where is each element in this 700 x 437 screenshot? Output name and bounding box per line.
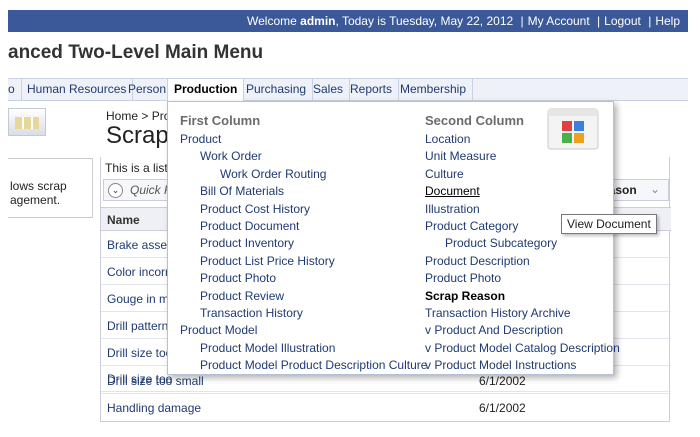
- menu-item-product-document[interactable]: Product Document: [200, 219, 299, 233]
- menu-item-person[interactable]: Person: [122, 79, 174, 100]
- menu-item-location[interactable]: Location: [425, 132, 470, 146]
- menu-item-product-model-product-description-culture[interactable]: Product Model Product Description Cultur…: [200, 358, 427, 372]
- side-description-line: agement.: [10, 193, 61, 207]
- row-name[interactable]: Drill size too: [107, 346, 172, 360]
- top-bar: Welcome admin, Today is Tuesday, May 22,…: [8, 10, 688, 32]
- view-description: This is a list: [105, 161, 168, 175]
- column-header-name[interactable]: Name: [107, 213, 140, 227]
- menu-item-purchasing[interactable]: Purchasing: [240, 79, 314, 100]
- menu-item-product-list-price-history[interactable]: Product List Price History: [200, 254, 335, 268]
- top-bar-links: Welcome admin, Today is Tuesday, May 22,…: [247, 14, 680, 28]
- breadcrumb-home[interactable]: Home: [106, 109, 138, 123]
- menu-item-product-inventory[interactable]: Product Inventory: [200, 236, 294, 250]
- menu-item-v-product-and-description[interactable]: v Product And Description: [425, 323, 563, 337]
- help-link[interactable]: Help: [655, 14, 680, 28]
- menu-item-product-category[interactable]: Product Category: [425, 219, 518, 233]
- menu-item-work-order-routing[interactable]: Work Order Routing: [220, 167, 326, 181]
- welcome-prefix: Welcome: [247, 14, 297, 28]
- menu-item-product-photo[interactable]: Product Photo: [200, 271, 276, 285]
- table-icon: [8, 108, 46, 136]
- side-description-line: lows scrap: [10, 179, 67, 193]
- row-name[interactable]: Gouge in me: [107, 292, 176, 306]
- menu-item-reports[interactable]: Reports: [344, 79, 400, 100]
- first-column-title: First Column: [180, 113, 261, 128]
- logout-link[interactable]: Logout: [604, 14, 641, 28]
- today-text: , Today is Tuesday, May 22, 2012: [335, 14, 514, 28]
- breadcrumb: Home > Pro: [106, 109, 170, 123]
- chevron-down-icon[interactable]: ⌄: [108, 183, 123, 198]
- menu-item-membership[interactable]: Membership: [394, 79, 474, 100]
- menu-item-unit-measure[interactable]: Unit Measure: [425, 149, 496, 163]
- menu-item-product-photo[interactable]: Product Photo: [425, 271, 501, 285]
- app-title: anced Two-Level Main Menu: [8, 42, 264, 63]
- breadcrumb-separator: >: [141, 109, 149, 123]
- second-column-title: Second Column: [425, 113, 524, 128]
- tiles-icon: [547, 108, 599, 150]
- menu-item-scrap-reason[interactable]: Scrap Reason: [425, 289, 505, 303]
- page-title: Scrap: [106, 122, 169, 149]
- menu-item-illustration[interactable]: Illustration: [425, 202, 480, 216]
- menu-item-partial[interactable]: o: [2, 79, 22, 100]
- separator: |: [597, 14, 601, 28]
- menu-item-product-description[interactable]: Product Description: [425, 254, 530, 268]
- production-submenu: First Column Second Column Product Work O…: [167, 101, 620, 375]
- menu-item-transaction-history[interactable]: Transaction History: [200, 306, 303, 320]
- menu-item-product-model[interactable]: Product Model: [180, 323, 257, 337]
- row-date: 6/1/2002: [479, 401, 526, 415]
- menu-item-human-resources[interactable]: Human Resources: [21, 79, 134, 100]
- menu-item-v-product-model-catalog-description[interactable]: v Product Model Catalog Description: [425, 341, 620, 355]
- menu-item-bill-of-materials[interactable]: Bill Of Materials: [200, 184, 284, 198]
- row-name[interactable]: Color incorre: [107, 265, 176, 279]
- menu-item-transaction-history-archive[interactable]: Transaction History Archive: [425, 306, 571, 320]
- menu-item-work-order[interactable]: Work Order: [200, 149, 262, 163]
- menu-item-product-review[interactable]: Product Review: [200, 289, 284, 303]
- my-account-link[interactable]: My Account: [528, 14, 590, 28]
- row-name[interactable]: Drill pattern: [107, 319, 168, 333]
- tooltip: View Document: [561, 214, 657, 234]
- menu-item-document[interactable]: Document: [425, 184, 480, 198]
- menu-item-product-model-illustration[interactable]: Product Model Illustration: [200, 341, 335, 355]
- menu-item-production[interactable]: Production: [167, 79, 245, 102]
- separator: |: [520, 14, 524, 28]
- table-row[interactable]: Handling damage 6/1/2002: [101, 394, 671, 421]
- separator: |: [648, 14, 652, 28]
- username: admin: [300, 14, 336, 28]
- main-menu: o Human Resources Person Production Purc…: [8, 78, 688, 102]
- chevron-down-icon: ⌄: [649, 182, 660, 196]
- menu-item-product-cost-history[interactable]: Product Cost History: [200, 202, 310, 216]
- menu-item-product-subcategory[interactable]: Product Subcategory: [445, 236, 557, 250]
- row-name[interactable]: Drill size too small: [107, 374, 204, 388]
- row-date: 6/1/2002: [479, 374, 526, 388]
- menu-item-v-product-model-instructions[interactable]: v Product Model Instructions: [425, 358, 576, 372]
- row-name[interactable]: Handling damage: [107, 401, 201, 415]
- side-description: lows scrap agement.: [8, 158, 93, 218]
- menu-item-product[interactable]: Product: [180, 132, 221, 146]
- quick-find-placeholder: Quick F: [130, 183, 172, 197]
- menu-item-culture[interactable]: Culture: [425, 167, 464, 181]
